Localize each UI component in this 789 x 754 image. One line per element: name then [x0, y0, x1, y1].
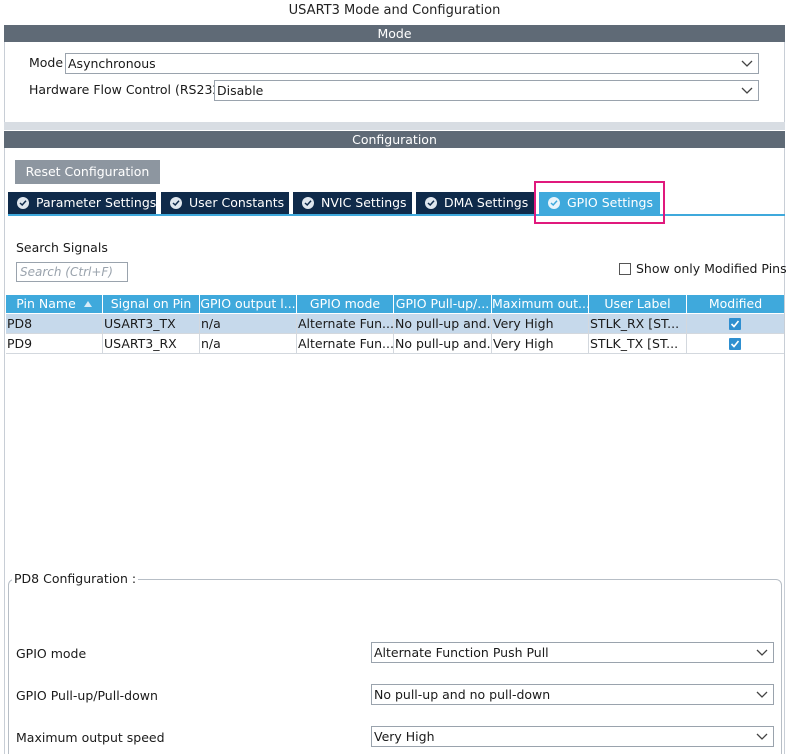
column-header-gpio-mode[interactable]: GPIO mode [297, 295, 394, 313]
tab-user-constants[interactable]: User Constants [161, 192, 289, 214]
cell-signal: USART3_TX [103, 314, 200, 334]
check-circle-icon [170, 197, 182, 209]
tab-parameter-settings[interactable]: Parameter Settings [8, 192, 156, 214]
column-header-signal[interactable]: Signal on Pin [103, 295, 200, 313]
tab-dma-settings[interactable]: DMA Settings [416, 192, 534, 214]
check-circle-icon [17, 197, 29, 209]
table-header: Pin Name Signal on Pin GPIO output l... … [6, 295, 784, 313]
mode-label: Mode [29, 55, 64, 70]
cell-max-speed: Very High [492, 314, 589, 334]
reset-configuration-button[interactable]: Reset Configuration [15, 160, 160, 184]
flow-control-label: Hardware Flow Control (RS232) [29, 82, 226, 97]
cell-pin-name: PD9 [6, 334, 103, 354]
table-row[interactable]: PD9 USART3_RX n/a Alternate Fun... No pu… [6, 334, 784, 354]
cell-pull: No pull-up and... [394, 334, 492, 354]
column-header-pull[interactable]: GPIO Pull-up/... [394, 295, 492, 313]
column-header-user-label[interactable]: User Label [589, 295, 687, 313]
flow-control-select[interactable]: Disable [214, 80, 759, 101]
search-signals-label: Search Signals [16, 240, 108, 255]
column-header-max-speed[interactable]: Maximum out... [492, 295, 589, 313]
chevron-down-icon [741, 60, 753, 67]
tab-nvic-settings[interactable]: NVIC Settings [293, 192, 412, 214]
tab-label: User Constants [189, 195, 285, 210]
pull-value: No pull-up and no pull-down [374, 687, 551, 702]
flow-control-value: Disable [217, 83, 264, 98]
cell-gpio-mode: Alternate Fun... [297, 314, 394, 334]
configuration-section-header: Configuration [4, 131, 785, 148]
mode-section-header: Mode [4, 25, 785, 42]
cell-modified [687, 334, 784, 354]
chevron-down-icon [756, 733, 768, 740]
sort-up-icon [83, 301, 92, 307]
show-modified-label: Show only Modified Pins [636, 261, 787, 276]
pull-select[interactable]: No pull-up and no pull-down [371, 684, 774, 705]
gpio-mode-label: GPIO mode [16, 646, 87, 661]
gpio-mode-value: Alternate Function Push Pull [374, 645, 549, 660]
cell-signal: USART3_RX [103, 334, 200, 354]
tab-label: NVIC Settings [321, 195, 407, 210]
chevron-down-icon [756, 649, 768, 656]
cell-pin-name: PD8 [6, 314, 103, 334]
tab-underline [8, 214, 785, 216]
search-input[interactable]: Search (Ctrl+F) [16, 262, 128, 282]
cell-gpio-output: n/a [200, 314, 297, 334]
tab-label: DMA Settings [444, 195, 529, 210]
mode-select[interactable]: Asynchronous [65, 53, 759, 74]
section-divider [4, 122, 785, 130]
cell-gpio-output: n/a [200, 334, 297, 354]
cell-gpio-mode: Alternate Fun... [297, 334, 394, 354]
mode-select-value: Asynchronous [68, 56, 156, 71]
cell-user-label: STLK_RX [ST... [589, 314, 687, 334]
pin-configuration-title: PD8 Configuration : [12, 571, 139, 586]
modified-checkbox[interactable] [729, 338, 741, 350]
chevron-down-icon [741, 87, 753, 94]
show-modified-checkbox[interactable] [619, 263, 631, 275]
gpio-mode-select[interactable]: Alternate Function Push Pull [371, 642, 774, 663]
column-header-pin-name[interactable]: Pin Name [6, 295, 103, 313]
check-circle-icon [302, 197, 314, 209]
cell-modified [687, 314, 784, 334]
max-speed-value: Very High [374, 729, 435, 744]
cell-max-speed: Very High [492, 334, 589, 354]
tab-label: Parameter Settings [36, 195, 157, 210]
modified-checkbox[interactable] [729, 318, 741, 330]
column-header-modified[interactable]: Modified [687, 295, 784, 313]
cell-user-label: STLK_TX [ST... [589, 334, 687, 354]
max-speed-label: Maximum output speed [16, 730, 165, 745]
chevron-down-icon [756, 691, 768, 698]
column-header-gpio-output[interactable]: GPIO output l... [200, 295, 297, 313]
check-circle-icon [425, 197, 437, 209]
cell-pull: No pull-up and... [394, 314, 492, 334]
table-row[interactable]: PD8 USART3_TX n/a Alternate Fun... No pu… [6, 314, 784, 334]
pull-label: GPIO Pull-up/Pull-down [16, 688, 158, 703]
highlight-box [534, 181, 665, 224]
window-title: USART3 Mode and Configuration [0, 0, 789, 22]
max-speed-select[interactable]: Very High [371, 726, 774, 747]
